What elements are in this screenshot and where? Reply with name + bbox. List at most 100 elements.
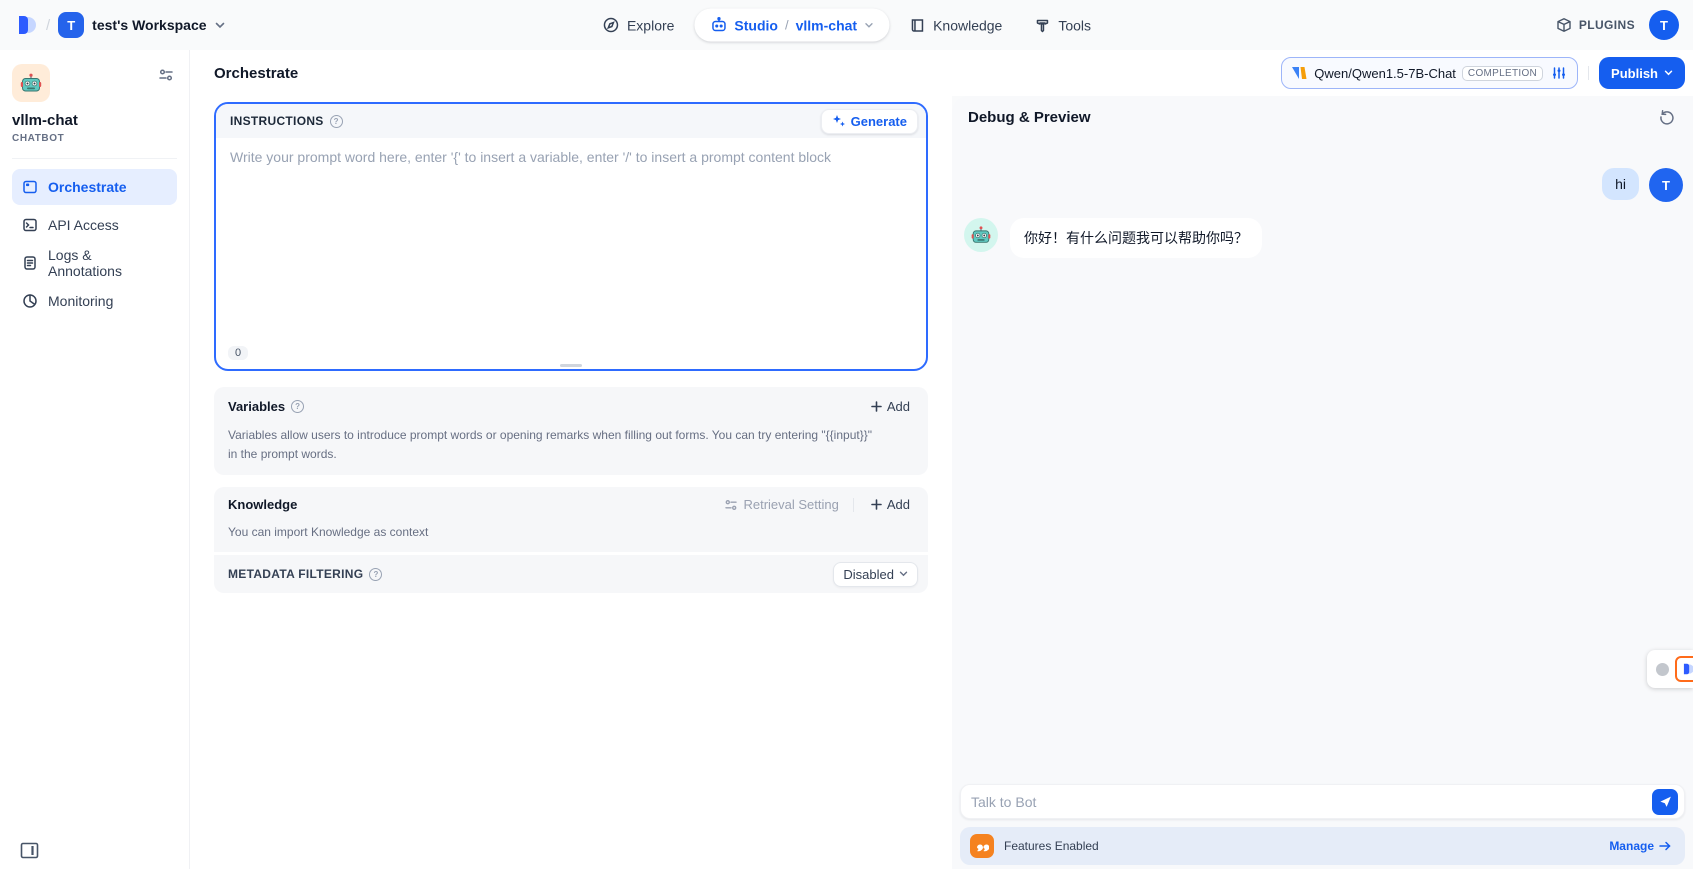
knowledge-title: Knowledge [228, 497, 297, 512]
robot-icon [710, 17, 727, 34]
manage-features-button[interactable]: Manage [1609, 839, 1671, 853]
collapse-sidebar-icon[interactable] [20, 842, 39, 859]
bot-chat-avatar [964, 218, 998, 252]
retrieval-setting-icon [724, 498, 738, 512]
browser-extension-widget[interactable] [1647, 650, 1693, 688]
nav-explore-label: Explore [627, 17, 674, 33]
refresh-icon[interactable] [1657, 107, 1677, 127]
chat-input[interactable] [971, 794, 1642, 810]
chat-thread: hi T 你好！有什么问题我可以帮助你吗？ [952, 138, 1693, 258]
app-sidebar: vllm-chat CHATBOT Orchestrate API Access… [0, 50, 190, 869]
help-icon[interactable]: ? [369, 568, 382, 581]
orchestrate-config-column: INSTRUCTIONS ? Generate 0 Variables ? [190, 96, 952, 869]
model-mode-badge: COMPLETION [1462, 66, 1543, 81]
operations-icon[interactable] [155, 64, 177, 86]
help-icon[interactable]: ? [330, 115, 343, 128]
publish-button[interactable]: Publish [1599, 57, 1685, 89]
top-right-controls: PLUGINS T [1556, 10, 1679, 40]
breadcrumb-separator: / [46, 17, 50, 34]
app-name: vllm-chat [12, 112, 177, 129]
metadata-filtering-row: METADATA FILTERING ? Disabled [214, 555, 928, 593]
chat-input-container [960, 784, 1685, 819]
nav-knowledge-label: Knowledge [933, 17, 1002, 33]
debug-preview-panel: Debug & Preview hi T 你好！有什么问题我可以帮助你吗？ [952, 96, 1693, 869]
plugins-button[interactable]: PLUGINS [1556, 17, 1635, 33]
chat-input-area: Features Enabled Manage [960, 784, 1685, 865]
instructions-header: INSTRUCTIONS ? Generate [216, 104, 926, 138]
page-title: Orchestrate [214, 65, 298, 82]
help-icon[interactable]: ? [291, 400, 304, 413]
variables-section: Variables ? Add Variables allow users to… [214, 387, 928, 475]
metadata-filtering-value: Disabled [843, 567, 894, 582]
sidebar-item-label: Logs & Annotations [48, 247, 167, 279]
nav-knowledge[interactable]: Knowledge [897, 11, 1014, 39]
app-type-label: CHATBOT [12, 133, 177, 144]
knowledge-icon [909, 17, 925, 33]
chevron-down-icon [899, 571, 908, 577]
bot-message-bubble: 你好！有什么问题我可以帮助你吗？ [1010, 218, 1262, 258]
bot-message-row: 你好！有什么问题我可以帮助你吗？ [964, 218, 1683, 258]
generate-button[interactable]: Generate [821, 109, 918, 134]
vllm-logo-icon [1292, 66, 1308, 80]
instructions-input[interactable] [230, 149, 912, 358]
add-icon [870, 400, 883, 413]
features-bar: Features Enabled Manage [960, 827, 1685, 865]
add-icon [870, 498, 883, 511]
nav-studio[interactable]: Studio / vllm-chat [694, 9, 889, 42]
retrieval-setting-button[interactable]: Retrieval Setting [718, 493, 844, 516]
app-icon[interactable] [12, 64, 50, 102]
instructions-panel: INSTRUCTIONS ? Generate 0 [214, 102, 928, 371]
sidebar-item-label: Monitoring [48, 293, 113, 309]
send-button[interactable] [1652, 789, 1678, 815]
knowledge-header-divider [853, 498, 854, 512]
sidebar-item-logs-annotations[interactable]: Logs & Annotations [12, 245, 177, 281]
char-count-badge: 0 [228, 346, 248, 360]
add-knowledge-button[interactable]: Add [862, 493, 918, 516]
model-config-icon[interactable] [1551, 65, 1567, 81]
model-selector[interactable]: Qwen/Qwen1.5-7B-Chat COMPLETION [1281, 57, 1578, 89]
plugins-icon [1556, 17, 1572, 33]
workspace-avatar: T [58, 12, 84, 38]
user-message-row: hi T [964, 168, 1683, 202]
chevron-down-icon [215, 22, 225, 29]
add-variable-button[interactable]: Add [862, 395, 918, 418]
studio-breadcrumb-separator: / [785, 18, 789, 33]
add-label: Add [887, 399, 910, 414]
content-header: Orchestrate Qwen/Qwen1.5-7B-Chat COMPLET… [190, 50, 1693, 96]
nav-explore[interactable]: Explore [590, 11, 686, 40]
monitoring-icon [22, 293, 38, 309]
extension-dot-icon [1656, 663, 1669, 676]
nav-studio-label: Studio [734, 17, 778, 33]
features-enabled-label: Features Enabled [1004, 839, 1099, 853]
workspace-switcher[interactable]: / T test's Workspace [14, 12, 225, 38]
logs-icon [22, 255, 38, 271]
sidebar-item-label: Orchestrate [48, 179, 127, 195]
sidebar-item-monitoring[interactable]: Monitoring [12, 283, 177, 319]
header-divider [1588, 66, 1589, 80]
add-label: Add [887, 497, 910, 512]
user-avatar[interactable]: T [1649, 10, 1679, 40]
knowledge-section: Knowledge Retrieval Setting Add You can … [214, 487, 928, 593]
manage-label: Manage [1609, 839, 1654, 853]
publish-label: Publish [1611, 66, 1658, 81]
chevron-down-icon[interactable] [864, 22, 873, 28]
plugins-label: PLUGINS [1579, 18, 1635, 32]
resize-handle[interactable] [560, 364, 582, 367]
explore-icon [602, 17, 619, 34]
dify-logo [14, 13, 38, 37]
metadata-filtering-title: METADATA FILTERING [228, 567, 363, 581]
metadata-filtering-select[interactable]: Disabled [833, 562, 918, 587]
nav-studio-app-name: vllm-chat [796, 17, 857, 33]
workspace-name: test's Workspace [92, 17, 206, 33]
variables-title: Variables [228, 399, 285, 414]
sidebar-item-orchestrate[interactable]: Orchestrate [12, 169, 177, 205]
variables-description: Variables allow users to introduce promp… [214, 420, 928, 475]
knowledge-description: You can import Knowledge as context [214, 516, 928, 552]
nav-tools[interactable]: Tools [1022, 11, 1103, 39]
extension-app-icon [1675, 656, 1693, 682]
sidebar-item-api-access[interactable]: API Access [12, 207, 177, 243]
tools-icon [1034, 17, 1050, 33]
retrieval-setting-label: Retrieval Setting [743, 497, 838, 512]
sidebar-item-label: API Access [48, 217, 119, 233]
generate-label: Generate [851, 114, 907, 129]
